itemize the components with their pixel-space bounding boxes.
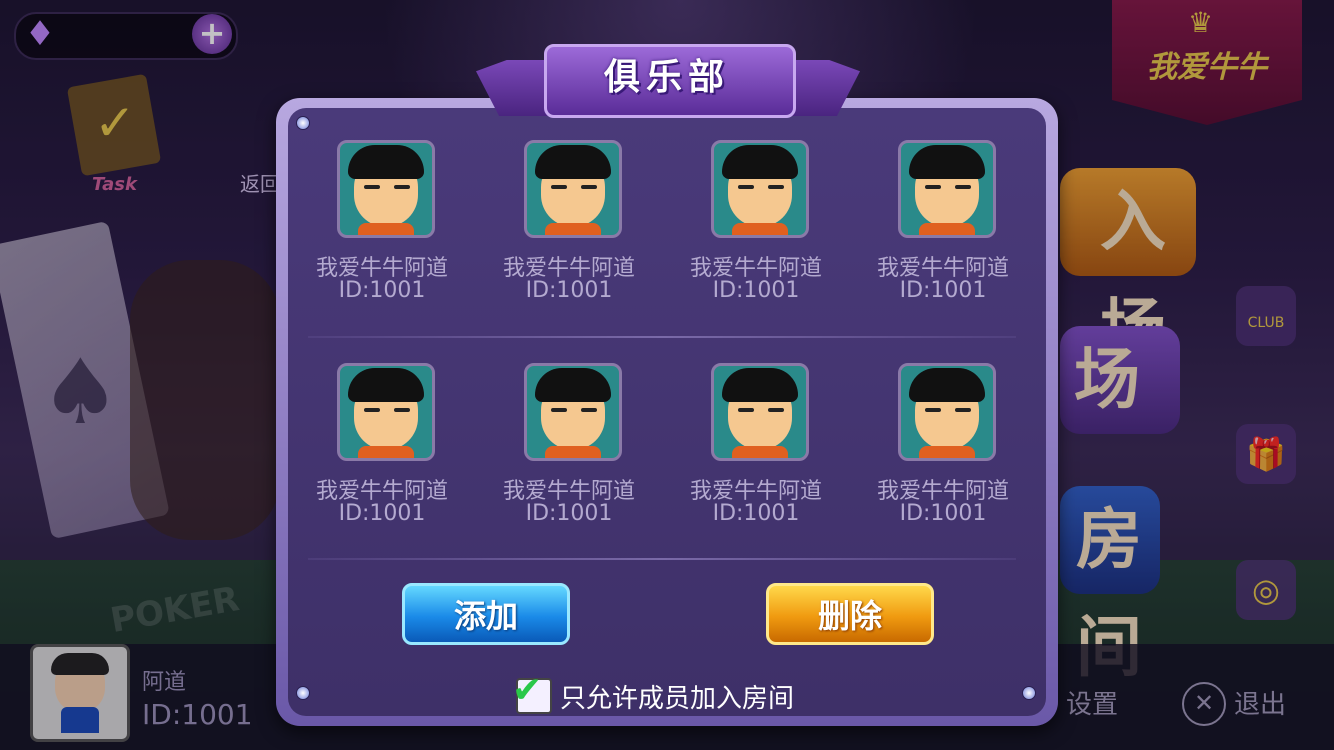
member-avatar — [711, 363, 809, 461]
member-id: ID:1001 — [338, 278, 426, 303]
member-id: ID:1001 — [899, 501, 987, 526]
avatar-shirt — [358, 223, 414, 235]
avatar-eye — [738, 185, 754, 189]
member-card[interactable]: 我爱牛牛阿道 ID:1001 — [666, 363, 846, 539]
avatar-eye — [581, 185, 597, 189]
avatar-eye — [925, 408, 941, 412]
avatar-eye — [955, 408, 971, 412]
member-card[interactable]: 我爱牛牛阿道 ID:1001 — [292, 140, 472, 316]
avatar-hair — [909, 368, 985, 402]
member-id: ID:1001 — [525, 278, 613, 303]
avatar-hair — [722, 145, 798, 179]
rivet-icon — [296, 686, 310, 700]
row-divider — [308, 558, 1016, 560]
avatar-shirt — [545, 446, 601, 458]
delete-member-button[interactable]: 删除 — [766, 583, 934, 645]
member-avatar — [524, 363, 622, 461]
avatar-hair — [348, 145, 424, 179]
member-card[interactable]: 我爱牛牛阿道 ID:1001 — [853, 363, 1033, 539]
avatar-shirt — [919, 223, 975, 235]
avatar-hair — [535, 368, 611, 402]
member-id: ID:1001 — [712, 501, 800, 526]
member-id: ID:1001 — [338, 501, 426, 526]
avatar-hair — [348, 368, 424, 402]
member-avatar — [524, 140, 622, 238]
avatar-eye — [925, 185, 941, 189]
avatar-eye — [768, 185, 784, 189]
member-avatar — [711, 140, 809, 238]
avatar-shirt — [919, 446, 975, 458]
member-id: ID:1001 — [899, 278, 987, 303]
avatar-eye — [551, 408, 567, 412]
rivet-icon — [1022, 686, 1036, 700]
avatar-hair — [909, 145, 985, 179]
avatar-eye — [768, 408, 784, 412]
members-only-label[interactable]: 只允许成员加入房间 — [560, 678, 794, 715]
member-card[interactable]: 我爱牛牛阿道 ID:1001 — [479, 363, 659, 539]
avatar-hair — [535, 145, 611, 179]
avatar-hair — [722, 368, 798, 402]
avatar-shirt — [732, 446, 788, 458]
member-avatar — [337, 140, 435, 238]
member-id: ID:1001 — [525, 501, 613, 526]
avatar-shirt — [358, 446, 414, 458]
add-member-button[interactable]: 添加 — [402, 583, 570, 645]
rivet-icon — [296, 116, 310, 130]
avatar-eye — [551, 185, 567, 189]
checkmark-icon: ✔ — [512, 670, 543, 711]
member-card[interactable]: 我爱牛牛阿道 ID:1001 — [292, 363, 472, 539]
row-divider — [308, 336, 1016, 338]
member-avatar — [898, 363, 996, 461]
member-id: ID:1001 — [712, 278, 800, 303]
member-avatar — [337, 363, 435, 461]
avatar-eye — [394, 185, 410, 189]
avatar-eye — [364, 408, 380, 412]
avatar-shirt — [545, 223, 601, 235]
avatar-eye — [955, 185, 971, 189]
avatar-shirt — [732, 223, 788, 235]
member-card[interactable]: 我爱牛牛阿道 ID:1001 — [853, 140, 1033, 316]
avatar-eye — [364, 185, 380, 189]
member-card[interactable]: 我爱牛牛阿道 ID:1001 — [479, 140, 659, 316]
avatar-eye — [394, 408, 410, 412]
dialog-title: 俱乐部 — [603, 57, 730, 98]
member-card[interactable]: 我爱牛牛阿道 ID:1001 — [666, 140, 846, 316]
member-avatar — [898, 140, 996, 238]
avatar-eye — [738, 408, 754, 412]
avatar-eye — [581, 408, 597, 412]
